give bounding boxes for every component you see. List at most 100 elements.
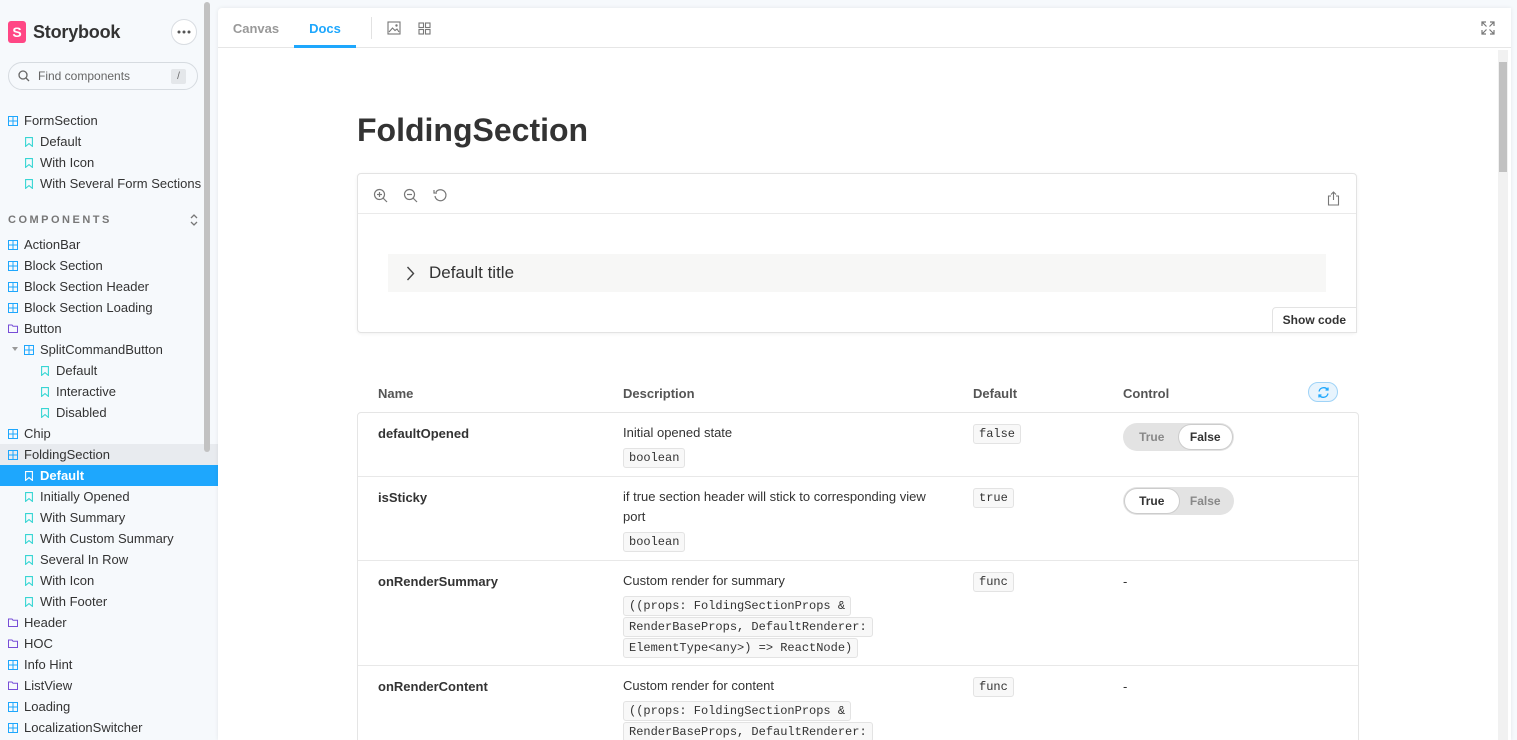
- column-header-control: Control: [1123, 386, 1170, 401]
- sidebar-item-label: Several In Row: [40, 552, 129, 567]
- bookmark-icon: [24, 491, 34, 502]
- sidebar-item-label: Disabled: [56, 405, 107, 420]
- bookmark-icon: [24, 157, 34, 168]
- sidebar-item-label: Button: [24, 321, 62, 336]
- sidebar-component-item[interactable]: Block Section Header: [0, 276, 218, 297]
- sidebar-item-label: Info Hint: [24, 657, 73, 672]
- sidebar-folder-item[interactable]: Button: [0, 318, 218, 339]
- sidebar-story-item[interactable]: Default: [0, 131, 218, 152]
- sidebar-item-label: SplitCommandButton: [40, 342, 163, 357]
- sidebar-component-item[interactable]: ActionBar: [0, 234, 218, 255]
- prop-description: Custom render for content ((props: Foldi…: [623, 676, 873, 740]
- sidebar-story-item[interactable]: With Icon: [0, 570, 218, 591]
- prop-description: Custom render for summary ((props: Foldi…: [623, 571, 873, 658]
- fullscreen-icon[interactable]: [1481, 21, 1495, 35]
- sidebar-story-item[interactable]: Initially Opened: [0, 486, 218, 507]
- sidebar-story-item[interactable]: With Icon: [0, 152, 218, 173]
- grid-icon[interactable]: [417, 21, 431, 35]
- sidebar-item-label: Header: [24, 615, 67, 630]
- sidebar-item-label: Default: [40, 134, 82, 149]
- sidebar-component-item[interactable]: Block Section: [0, 255, 218, 276]
- zoom-in-icon[interactable]: [372, 187, 388, 203]
- toolbar-divider: [371, 17, 372, 39]
- prop-description-text: Initial opened state: [623, 425, 733, 440]
- sidebar-story-item[interactable]: Interactive: [0, 381, 218, 402]
- sidebar-item-label: ActionBar: [24, 237, 81, 252]
- sidebar-component-item[interactable]: Loading: [0, 696, 218, 717]
- show-code-button[interactable]: Show code: [1271, 307, 1357, 333]
- prop-type: boolean: [623, 532, 686, 552]
- sidebar-item-label: With Icon: [40, 573, 95, 588]
- sidebar-component-item[interactable]: FormSection: [0, 110, 218, 131]
- component-icon: [8, 239, 18, 250]
- search-input[interactable]: [38, 69, 163, 83]
- components-section-header[interactable]: COMPONENTS: [8, 213, 198, 227]
- brand-name: Storybook: [33, 21, 121, 42]
- search-box[interactable]: /: [8, 62, 198, 90]
- component-icon: [8, 260, 18, 271]
- column-header-description: Description: [623, 386, 695, 401]
- sidebar-story-item[interactable]: With Several Form Sections: [0, 173, 218, 194]
- sidebar-folder-item[interactable]: Header: [0, 612, 218, 633]
- folder-icon: [8, 324, 18, 334]
- sidebar-story-item[interactable]: Default: [0, 465, 218, 486]
- sidebar-item-label: Chip: [24, 426, 51, 441]
- args-table: defaultOpened Initial opened state boole…: [357, 412, 1359, 740]
- sidebar-folder-item[interactable]: HOC: [0, 633, 218, 654]
- bookmark-icon: [24, 512, 34, 523]
- toggle-false[interactable]: False: [1178, 425, 1232, 449]
- tab-docs[interactable]: Docs: [294, 8, 356, 48]
- toggle-true[interactable]: True: [1125, 425, 1179, 449]
- sidebar-component-item[interactable]: SplitCommandButton: [0, 339, 218, 360]
- prop-description: if true section header will stick to cor…: [623, 487, 943, 552]
- sidebar-component-item[interactable]: Chip: [0, 423, 218, 444]
- sidebar-story-item[interactable]: Several In Row: [0, 549, 218, 570]
- sidebar-item-label: FoldingSection: [24, 447, 110, 462]
- sidebar-folder-item[interactable]: ListView: [0, 675, 218, 696]
- bookmark-icon: [24, 533, 34, 544]
- sidebar-story-item[interactable]: With Custom Summary: [0, 528, 218, 549]
- share-icon[interactable]: [1325, 190, 1341, 206]
- docs-scrollbar-thumb[interactable]: [1499, 62, 1507, 172]
- prop-default: func: [973, 572, 1014, 592]
- menu-button[interactable]: [171, 19, 197, 45]
- caret-down-icon[interactable]: [12, 347, 18, 351]
- bookmark-icon: [24, 178, 34, 189]
- sidebar-item-label: LocalizationSwitcher: [24, 720, 143, 735]
- search-shortcut: /: [171, 69, 186, 84]
- component-icon: [8, 115, 18, 126]
- sidebar-item-label: Block Section: [24, 258, 103, 273]
- sidebar-story-item[interactable]: Default: [0, 360, 218, 381]
- docs-scrollbar[interactable]: [1498, 50, 1508, 740]
- component-icon: [8, 659, 18, 670]
- sidebar-component-item[interactable]: Info Hint: [0, 654, 218, 675]
- table-row: defaultOpened Initial opened state boole…: [358, 413, 1358, 477]
- prop-type: boolean: [623, 448, 686, 468]
- sidebar-item-label: Initially Opened: [40, 489, 130, 504]
- zoom-out-icon[interactable]: [402, 187, 418, 203]
- table-row: onRenderSummary Custom render for summar…: [358, 561, 1358, 666]
- sidebar-item-label: HOC: [24, 636, 53, 651]
- sidebar-component-item[interactable]: FoldingSection: [0, 444, 218, 465]
- boolean-toggle[interactable]: True False: [1123, 423, 1234, 451]
- sidebar-component-item[interactable]: LocalizationSwitcher: [0, 717, 218, 738]
- sidebar-story-item[interactable]: With Summary: [0, 507, 218, 528]
- folding-section-header[interactable]: Default title: [388, 254, 1326, 292]
- boolean-toggle[interactable]: True False: [1123, 487, 1234, 515]
- sidebar-component-item[interactable]: Block Section Loading: [0, 297, 218, 318]
- sidebar-story-item[interactable]: With Footer: [0, 591, 218, 612]
- tab-canvas[interactable]: Canvas: [218, 8, 294, 48]
- toggle-true[interactable]: True: [1125, 489, 1179, 513]
- zoom-reset-icon[interactable]: [432, 187, 448, 203]
- sidebar-item-label: Default: [40, 468, 85, 483]
- prop-description-text: if true section header will stick to cor…: [623, 489, 926, 524]
- image-background-icon[interactable]: [387, 21, 401, 35]
- sidebar-scrollbar[interactable]: [204, 2, 210, 452]
- preview-toolbar: [358, 174, 1356, 214]
- storybook-logo[interactable]: S Storybook: [8, 20, 120, 44]
- sidebar-item-label: FormSection: [24, 113, 98, 128]
- sidebar-story-item[interactable]: Disabled: [0, 402, 218, 423]
- sidebar-item-label: With Custom Summary: [40, 531, 174, 546]
- reset-controls-button[interactable]: [1308, 382, 1338, 402]
- toggle-false[interactable]: False: [1179, 489, 1233, 513]
